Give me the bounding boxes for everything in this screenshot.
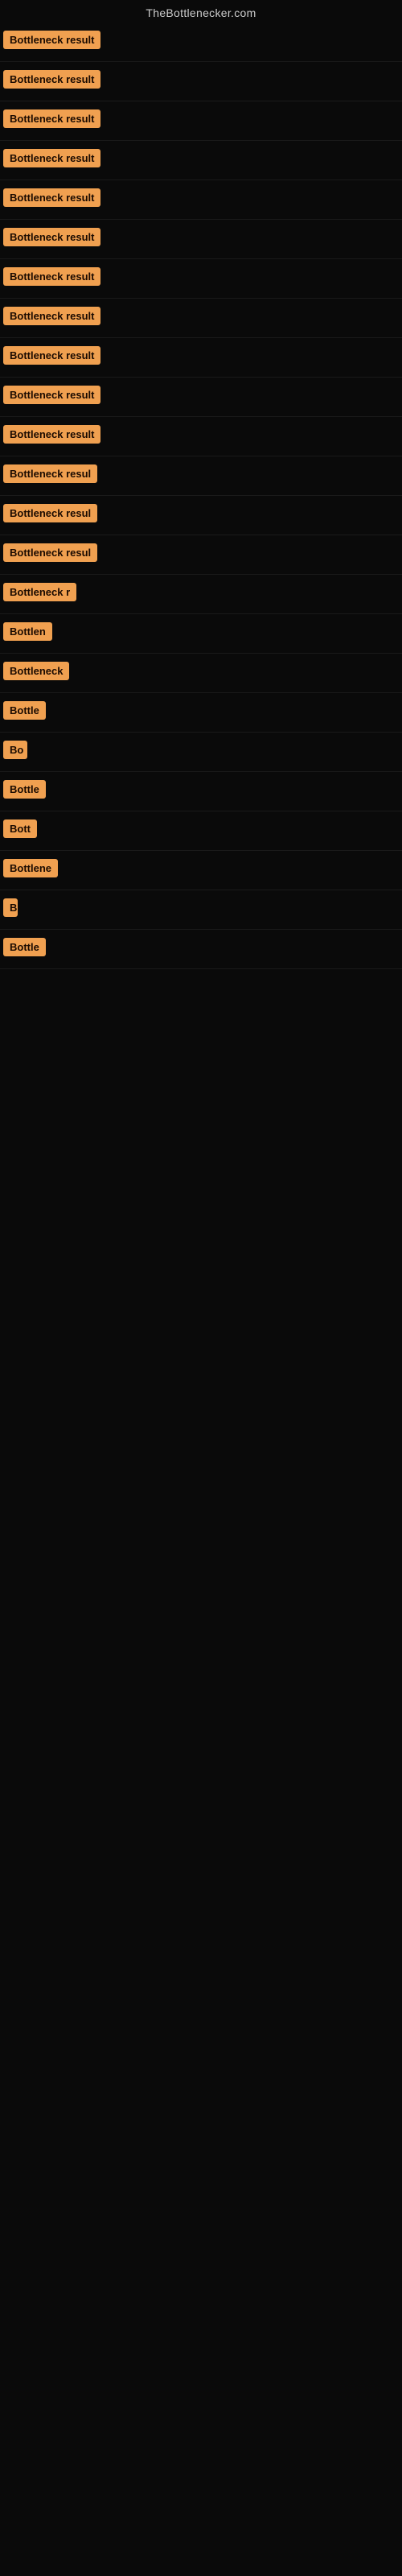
bottleneck-badge[interactable]: Bottleneck result — [3, 386, 100, 404]
result-row[interactable]: Bottleneck result — [0, 62, 402, 101]
bottleneck-badge[interactable]: Bottleneck resul — [3, 504, 97, 522]
result-row[interactable]: Bottleneck result — [0, 101, 402, 141]
bottleneck-badge[interactable]: Bott — [3, 819, 37, 838]
result-row[interactable]: Bottle — [0, 693, 402, 733]
result-row[interactable]: Bottleneck r — [0, 575, 402, 614]
bottleneck-badge[interactable]: Bottleneck resul — [3, 464, 97, 483]
bottleneck-badge[interactable]: Bo — [3, 741, 27, 759]
bottleneck-badge[interactable]: Bottlene — [3, 859, 58, 877]
result-row[interactable]: Bottleneck — [0, 654, 402, 693]
bottleneck-badge[interactable]: B — [3, 898, 18, 917]
result-row[interactable]: Bottleneck resul — [0, 456, 402, 496]
result-row[interactable]: Bottle — [0, 772, 402, 811]
bottleneck-badge[interactable]: Bottleneck resul — [3, 543, 97, 562]
result-row[interactable]: Bo — [0, 733, 402, 772]
bottleneck-badge[interactable]: Bottleneck r — [3, 583, 76, 601]
result-row[interactable]: Bott — [0, 811, 402, 851]
bottleneck-badge[interactable]: Bottle — [3, 780, 46, 799]
bottleneck-badge[interactable]: Bottleneck result — [3, 149, 100, 167]
result-row[interactable]: Bottleneck result — [0, 141, 402, 180]
result-row[interactable]: Bottle — [0, 930, 402, 969]
result-row[interactable]: Bottleneck result — [0, 378, 402, 417]
result-row[interactable]: Bottleneck result — [0, 259, 402, 299]
result-row[interactable]: Bottleneck result — [0, 23, 402, 62]
bottleneck-badge[interactable]: Bottleneck result — [3, 70, 100, 89]
result-row[interactable]: Bottleneck result — [0, 220, 402, 259]
bottleneck-badge[interactable]: Bottleneck result — [3, 425, 100, 444]
page-wrapper: TheBottlenecker.com Bottleneck resultBot… — [0, 0, 402, 969]
bottleneck-badge[interactable]: Bottleneck result — [3, 31, 100, 49]
result-row[interactable]: Bottlene — [0, 851, 402, 890]
bottleneck-badge[interactable]: Bottlen — [3, 622, 52, 641]
results-container: Bottleneck result Bottleneck result Bottle… — [0, 23, 402, 969]
bottleneck-badge[interactable]: Bottleneck — [3, 662, 69, 680]
result-row[interactable]: Bottleneck result — [0, 180, 402, 220]
result-row[interactable]: Bottleneck result — [0, 338, 402, 378]
bottleneck-badge[interactable]: Bottle — [3, 938, 46, 956]
result-row[interactable]: Bottleneck result — [0, 299, 402, 338]
site-title: TheBottlenecker.com — [0, 0, 402, 23]
bottleneck-badge[interactable]: Bottleneck result — [3, 188, 100, 207]
result-row[interactable]: Bottleneck resul — [0, 535, 402, 575]
bottleneck-badge[interactable]: Bottleneck result — [3, 267, 100, 286]
bottleneck-badge[interactable]: Bottle — [3, 701, 46, 720]
result-row[interactable]: B — [0, 890, 402, 930]
result-row[interactable]: Bottleneck result — [0, 417, 402, 456]
bottleneck-badge[interactable]: Bottleneck result — [3, 228, 100, 246]
bottleneck-badge[interactable]: Bottleneck result — [3, 307, 100, 325]
result-row[interactable]: Bottlen — [0, 614, 402, 654]
result-row[interactable]: Bottleneck resul — [0, 496, 402, 535]
bottleneck-badge[interactable]: Bottleneck result — [3, 346, 100, 365]
bottleneck-badge[interactable]: Bottleneck result — [3, 109, 100, 128]
